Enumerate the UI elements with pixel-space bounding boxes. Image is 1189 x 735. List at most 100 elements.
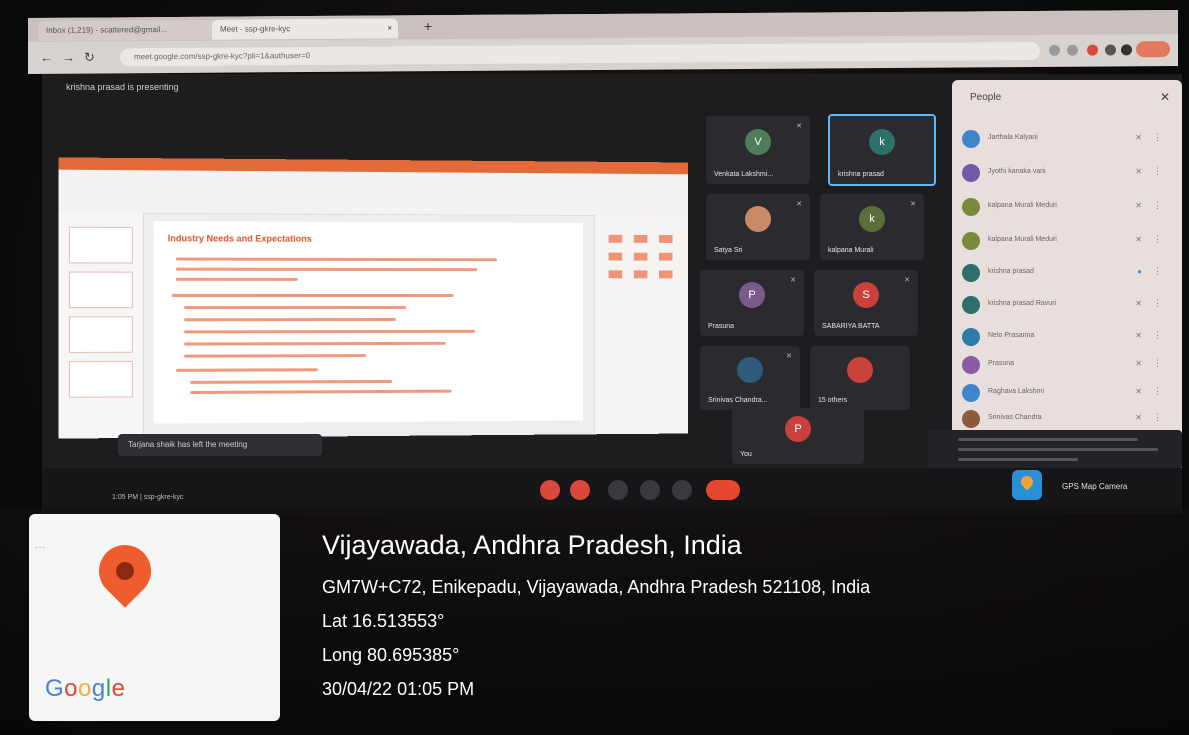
avatar[interactable] <box>1121 44 1132 56</box>
share-icon[interactable] <box>1049 44 1060 56</box>
close-icon[interactable]: × <box>387 18 392 38</box>
avatar <box>962 410 980 428</box>
system-notification[interactable] <box>928 430 1182 470</box>
mic-off-icon: ✕ <box>1135 235 1142 244</box>
participant-row[interactable]: Prasuna ✕ ⋮ <box>962 352 1172 380</box>
participant-name: kalpana Murali Meduri <box>988 236 1057 243</box>
mic-off-icon: ✕ <box>1135 387 1142 396</box>
forward-icon[interactable]: → <box>62 50 75 65</box>
participant-row[interactable]: krishna prasad Ravuri ✕ ⋮ <box>962 292 1172 320</box>
logo-letter: g <box>91 675 106 702</box>
tab-inbox-label: Inbox (1,219) - scattered@gmail... <box>46 25 168 35</box>
more-options-icon[interactable]: ⋮ <box>1153 200 1162 211</box>
participant-tile[interactable]: k krishna prasad <box>828 114 936 186</box>
participant-row[interactable]: krishna prasad ● ⋮ <box>962 260 1172 288</box>
more-options-icon[interactable]: ⋮ <box>1153 234 1162 245</box>
reload-icon[interactable]: ↻ <box>84 50 95 66</box>
participant-name: Venkata Lakshmi... <box>714 171 774 178</box>
participant-name: 15 others <box>818 397 848 404</box>
more-options-icon[interactable]: ⋮ <box>1153 266 1162 277</box>
logo-letter: e <box>111 675 126 702</box>
avatar: P <box>785 416 811 443</box>
end-call-button[interactable] <box>706 480 740 500</box>
participant-name: Prasuna <box>708 323 735 330</box>
mic-off-icon: ✕ <box>1135 167 1142 176</box>
slide-text-line <box>184 305 406 310</box>
more-options-icon[interactable]: ⋮ <box>1153 166 1162 177</box>
ribbon-toolbar <box>58 169 688 217</box>
close-icon[interactable]: ✕ <box>1160 90 1170 104</box>
participant-tile[interactable]: Satya Sri ✕ <box>706 194 810 260</box>
tab-inbox[interactable]: Inbox (1,219) - scattered@gmail... × <box>38 19 224 41</box>
slide-text-line <box>171 293 454 298</box>
current-slide: Industry Needs and Expectations <box>153 221 584 424</box>
tab-meet[interactable]: Meet - ssp-gkre-kyc × <box>212 18 398 40</box>
participant-name: Jarthala Kalyani <box>988 134 1038 141</box>
slide-thumbnail <box>68 360 133 398</box>
present-screen-icon[interactable] <box>640 480 660 500</box>
participant-name: krishna prasad <box>988 268 1034 275</box>
layout-icon <box>633 252 648 261</box>
latitude: Lat 16.513553° <box>322 611 445 631</box>
star-icon[interactable] <box>1067 44 1078 56</box>
layout-icon <box>608 270 623 279</box>
slide-text-line <box>175 267 478 272</box>
mic-off-icon: ✕ <box>1135 299 1142 308</box>
participant-tile[interactable]: 15 others <box>810 346 910 410</box>
plus-icon[interactable]: + <box>424 18 432 34</box>
slide-text-line <box>175 368 318 372</box>
location-title: Vijayawada, Andhra Pradesh, India <box>322 530 742 560</box>
slide-thumbnail <box>68 271 133 309</box>
slide-text-line <box>184 354 367 358</box>
mic-off-icon: ✕ <box>1135 413 1142 422</box>
participant-row[interactable]: kalpana Murali Meduri ✕ ⋮ <box>962 228 1172 256</box>
participant-tile[interactable]: S SABARIYA BATTA ✕ <box>814 270 918 336</box>
profile-button[interactable] <box>1136 41 1170 58</box>
extension-icon[interactable] <box>1087 44 1098 56</box>
avatar <box>962 232 980 250</box>
participant-name: krishna prasad Ravuri <box>988 300 1057 307</box>
more-options-icon[interactable]: ⋮ <box>1153 298 1162 309</box>
participant-row[interactable]: Jarthala Kalyani ✕ ⋮ <box>962 126 1172 154</box>
gps-map-camera-icon <box>1012 470 1042 500</box>
participant-row[interactable]: kalpana Murali Meduri ✕ ⋮ <box>962 194 1172 222</box>
address-bar[interactable]: meet.google.com/ssp-gkre-kyc?pli=1&authu… <box>120 41 1040 67</box>
more-options-icon[interactable]: ⋮ <box>1153 330 1162 341</box>
participant-row[interactable]: Jyothi kanaka vani ✕ ⋮ <box>962 160 1172 188</box>
slide-text-line <box>184 317 396 322</box>
participant-name: Srinivas Chandra <box>988 414 1042 421</box>
avatar <box>745 206 771 233</box>
notification-text-line <box>958 458 1078 461</box>
participant-tile[interactable]: Srinivas Chandra... ✕ <box>700 346 800 410</box>
back-icon[interactable]: ← <box>40 50 53 65</box>
camera-off-icon[interactable] <box>570 480 590 500</box>
avatar: S <box>853 282 879 309</box>
avatar: P <box>739 282 765 309</box>
mic-off-icon: ✕ <box>786 353 792 360</box>
meeting-time: 1:05 PM | ssp-gkre-kyc <box>112 494 184 501</box>
avatar: k <box>859 206 885 233</box>
more-options-icon[interactable]: ⋮ <box>1153 386 1162 397</box>
notification-text-line <box>958 438 1138 441</box>
participant-row[interactable]: Nelo Prasanna ✕ ⋮ <box>962 324 1172 352</box>
mic-off-icon[interactable] <box>540 480 560 500</box>
participant-tile[interactable]: k kalpana Murali ✕ <box>820 194 924 260</box>
location-address: GM7W+C72, Enikepadu, Vijayawada, Andhra … <box>322 577 871 597</box>
participant-tile[interactable]: V Venkata Lakshmi... ✕ <box>706 116 810 184</box>
puzzle-icon[interactable] <box>1105 44 1116 56</box>
notification-text-line <box>958 448 1158 451</box>
participant-name: kalpana Murali <box>828 247 874 254</box>
participant-row[interactable]: Raghava Lakshmi ✕ ⋮ <box>962 380 1172 408</box>
mic-off-icon: ✕ <box>1135 331 1142 340</box>
more-options-icon[interactable]: ⋮ <box>1153 132 1162 143</box>
slide-thumbnail <box>68 316 133 353</box>
participant-tile[interactable]: P You <box>732 408 864 464</box>
more-options-icon[interactable]: ⋮ <box>1153 412 1162 423</box>
more-options-icon[interactable] <box>672 480 692 500</box>
slide-thumbnail <box>68 226 133 264</box>
presenting-banner: krishna prasad is presenting <box>66 82 179 92</box>
more-options-icon[interactable]: ⋮ <box>1153 358 1162 369</box>
participant-tile[interactable]: P Prasuna ✕ <box>700 270 804 336</box>
shared-presentation: Industry Needs and Expectations <box>58 157 688 439</box>
captions-icon[interactable] <box>608 480 628 500</box>
